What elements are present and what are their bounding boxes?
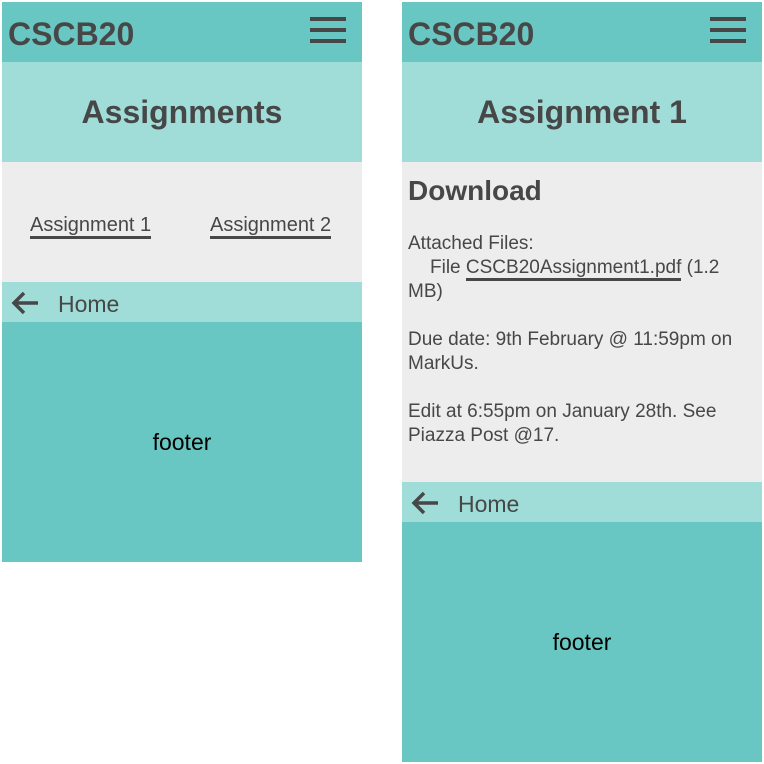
brand-title[interactable]: CSCB20	[408, 16, 534, 52]
assignment-list: Assignment 1 Assignment 2	[2, 162, 362, 282]
home-nav-button[interactable]: Home	[2, 282, 362, 322]
footer: footer	[402, 522, 762, 762]
page-title: Assignment 1	[477, 93, 687, 130]
assignment-detail-page: CSCB20 Assignment 1 Download Attached Fi…	[402, 2, 762, 762]
hamburger-menu-icon[interactable]	[710, 17, 746, 43]
home-label: Home	[58, 291, 120, 317]
arrow-left-icon	[11, 291, 38, 315]
home-label: Home	[458, 491, 520, 517]
file-download-link[interactable]: CSCB20Assignment1.pdf	[465, 257, 682, 281]
assignment-1-link[interactable]: Assignment 1	[30, 214, 152, 239]
page-title: Assignments	[81, 93, 283, 130]
page-header: Assignments	[2, 62, 362, 162]
assignments-page: CSCB20 Assignments Assignment 1 Assignme…	[2, 2, 362, 562]
footer: footer	[2, 322, 362, 562]
home-nav-button[interactable]: Home	[402, 482, 762, 522]
arrow-left-icon	[411, 491, 438, 515]
file-prefix: File	[430, 257, 466, 278]
assignment-2-link[interactable]: Assignment 2	[210, 214, 332, 239]
page-header: Assignment 1	[402, 62, 762, 162]
attached-label: Attached Files:	[408, 233, 534, 254]
assignment-content: Download Attached Files: File CSCB20Assi…	[402, 162, 762, 482]
edit-note: Edit at 6:55pm on January 28th. See Piaz…	[408, 401, 717, 446]
section-title: Download	[408, 175, 542, 206]
hamburger-menu-icon[interactable]	[310, 17, 346, 43]
brand-title[interactable]: CSCB20	[8, 16, 134, 52]
top-navbar: CSCB20	[402, 2, 762, 62]
top-navbar: CSCB20	[2, 2, 362, 62]
attached-files: Attached Files: File CSCB20Assignment1.p…	[408, 232, 756, 304]
due-date: Due date: 9th February @ 11:59pm on Mark…	[408, 329, 733, 374]
